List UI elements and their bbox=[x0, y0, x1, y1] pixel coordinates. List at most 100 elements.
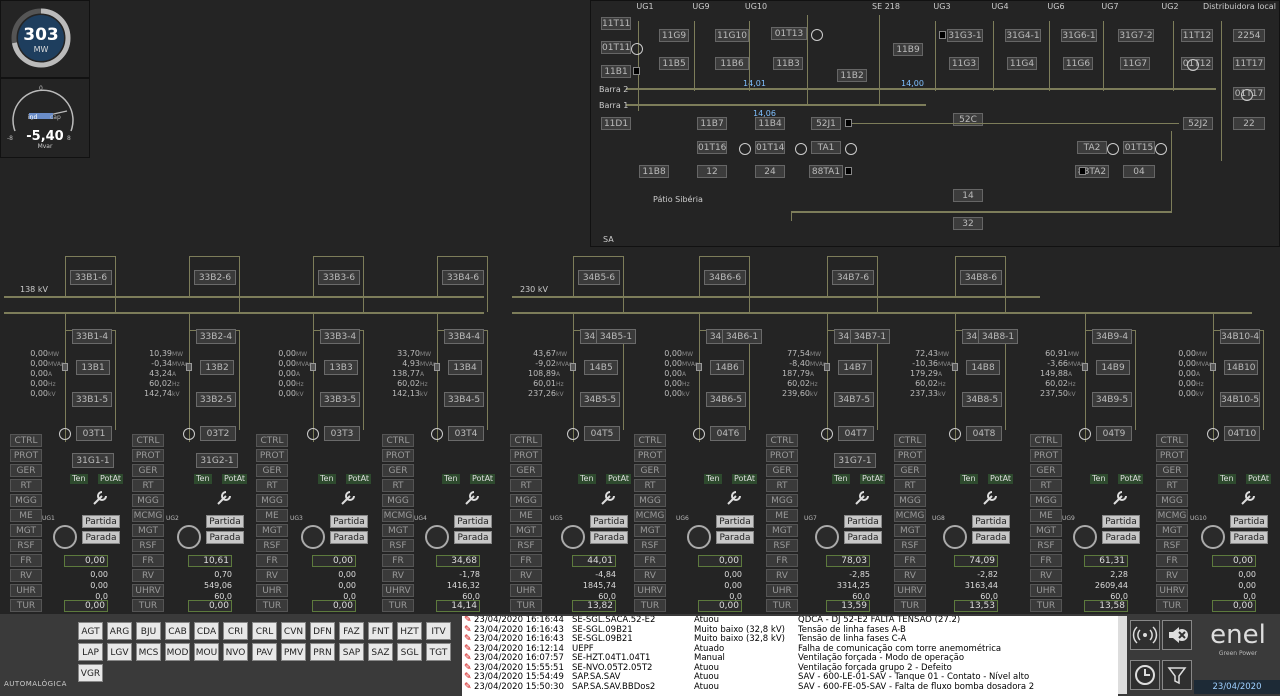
plant-button-bju[interactable]: BJU bbox=[136, 622, 161, 640]
equip-b11g7[interactable]: 11G7 bbox=[1120, 57, 1150, 70]
breaker-31g1-1[interactable]: 31G1-1 bbox=[72, 453, 114, 468]
disconnector-34b10-5[interactable]: 34B10-5 bbox=[1220, 392, 1260, 407]
rack-item-tur[interactable]: TUR bbox=[634, 599, 666, 612]
partida-button[interactable]: Partida bbox=[844, 515, 882, 528]
rack-item-tur[interactable]: TUR bbox=[1030, 599, 1062, 612]
rack-item-prot[interactable]: PROT bbox=[510, 449, 542, 462]
rack-item-prot[interactable]: PROT bbox=[132, 449, 164, 462]
transformer-04t9[interactable]: 04T9 bbox=[1096, 426, 1132, 441]
plant-button-lap[interactable]: LAP bbox=[78, 643, 103, 661]
breaker-label-13b1[interactable]: 13B1 bbox=[76, 360, 110, 375]
rack-item-ctrl[interactable]: CTRL bbox=[766, 434, 798, 447]
breaker-31g2-1[interactable]: 31G2-1 bbox=[196, 453, 238, 468]
plant-button-saz[interactable]: SAZ bbox=[368, 643, 393, 661]
rack-item-mgt[interactable]: MGT bbox=[1030, 524, 1062, 537]
generator-icon-ug1[interactable] bbox=[53, 525, 77, 549]
plant-button-cda[interactable]: CDA bbox=[194, 622, 219, 640]
disconnector-33b2-5[interactable]: 33B2-5 bbox=[196, 392, 236, 407]
plant-button-sgl[interactable]: SGL bbox=[397, 643, 422, 661]
rack-item-mgt[interactable]: MGT bbox=[766, 524, 798, 537]
plant-button-arg[interactable]: ARG bbox=[107, 622, 132, 640]
events-scrollbar[interactable] bbox=[1117, 616, 1127, 694]
equip-b11d1[interactable]: 11D1 bbox=[601, 117, 631, 130]
rack-item-prot[interactable]: PROT bbox=[1156, 449, 1188, 462]
rack-item-mgg[interactable]: MGG bbox=[132, 494, 164, 507]
rack-item-uhrv[interactable]: UHRV bbox=[894, 584, 926, 597]
rack-item-rt[interactable]: RT bbox=[1030, 479, 1062, 492]
parada-button[interactable]: Parada bbox=[206, 531, 244, 544]
disconnector-34b5-5[interactable]: 34B5-5 bbox=[580, 392, 620, 407]
plant-button-agt[interactable]: AGT bbox=[78, 622, 103, 640]
rack-item-tur[interactable]: TUR bbox=[510, 599, 542, 612]
generator-icon-ug5[interactable] bbox=[561, 525, 585, 549]
disconnector-33b1-5[interactable]: 33B1-5 bbox=[72, 392, 112, 407]
transformer-04t8[interactable]: 04T8 bbox=[966, 426, 1002, 441]
rack-item-uhrv[interactable]: UHRV bbox=[382, 584, 414, 597]
disconnector-33b4-4[interactable]: 33B4-4 bbox=[444, 329, 484, 344]
partida-button[interactable]: Partida bbox=[454, 515, 492, 528]
disconnector-34b9-5[interactable]: 34B9-5 bbox=[1092, 392, 1132, 407]
equip-b31g7[interactable]: 31G7-2 bbox=[1118, 29, 1154, 42]
plant-button-crl[interactable]: CRL bbox=[252, 622, 277, 640]
equip-b11b8[interactable]: 11B8 bbox=[639, 165, 669, 178]
rack-item-ctrl[interactable]: CTRL bbox=[132, 434, 164, 447]
rack-item-ctrl[interactable]: CTRL bbox=[10, 434, 42, 447]
plant-button-faz[interactable]: FAZ bbox=[339, 622, 364, 640]
breaker-label-14b8[interactable]: 14B8 bbox=[966, 360, 1000, 375]
rack-item-prot[interactable]: PROT bbox=[256, 449, 288, 462]
disconnector-34b8-5[interactable]: 34B8-5 bbox=[962, 392, 1002, 407]
breaker-label-14b5[interactable]: 14B5 bbox=[584, 360, 618, 375]
rack-item-fr[interactable]: FR bbox=[382, 554, 414, 567]
disconnector-33b4-5[interactable]: 33B4-5 bbox=[444, 392, 484, 407]
plant-button-itv[interactable]: ITV bbox=[426, 622, 451, 640]
equip-b11b6[interactable]: 11B6 bbox=[715, 57, 749, 70]
equip-b11t12[interactable]: 11T12 bbox=[1181, 29, 1213, 42]
wrench-icon[interactable] bbox=[90, 488, 110, 508]
generator-icon-ug3[interactable] bbox=[301, 525, 325, 549]
rack-item-rt[interactable]: RT bbox=[634, 479, 666, 492]
equip-b01t13[interactable]: 01T13 bbox=[771, 27, 807, 40]
partida-button[interactable]: Partida bbox=[590, 515, 628, 528]
plant-button-fnt[interactable]: FNT bbox=[368, 622, 393, 640]
disconnector-34b6-6[interactable]: 34B6-6 bbox=[704, 270, 746, 285]
transformer-04t7[interactable]: 04T7 bbox=[838, 426, 874, 441]
equip-b11b4[interactable]: 11B4 bbox=[755, 117, 785, 130]
rack-item-mcmg[interactable]: MCMG bbox=[1156, 509, 1188, 522]
rack-item-rt[interactable]: RT bbox=[1156, 479, 1188, 492]
parada-button[interactable]: Parada bbox=[82, 531, 120, 544]
rack-item-ger[interactable]: GER bbox=[10, 464, 42, 477]
equip-b01t14[interactable]: 01T14 bbox=[755, 141, 785, 154]
rack-item-tur[interactable]: TUR bbox=[256, 599, 288, 612]
equip-b2254[interactable]: 2254 bbox=[1233, 29, 1265, 42]
generator-icon-ug4[interactable] bbox=[425, 525, 449, 549]
rack-item-rv[interactable]: RV bbox=[382, 569, 414, 582]
rack-item-mgg[interactable]: MGG bbox=[256, 494, 288, 507]
wrench-icon[interactable] bbox=[980, 488, 1000, 508]
rack-item-mgt[interactable]: MGT bbox=[634, 524, 666, 537]
equip-b11g4[interactable]: 11G4 bbox=[1007, 57, 1037, 70]
transformer-04t5[interactable]: 04T5 bbox=[584, 426, 620, 441]
disconnector-34b8-6[interactable]: 34B8-6 bbox=[960, 270, 1002, 285]
equip-b52j2[interactable]: 52J2 bbox=[1183, 117, 1213, 130]
disconnector-34b9-4[interactable]: 34B9-4 bbox=[1092, 329, 1132, 344]
partida-button[interactable]: Partida bbox=[206, 515, 244, 528]
disconnector-33b1-6[interactable]: 33B1-6 bbox=[70, 270, 112, 285]
transformer-04t6[interactable]: 04T6 bbox=[710, 426, 746, 441]
rack-item-ger[interactable]: GER bbox=[256, 464, 288, 477]
equip-b52c[interactable]: 52C bbox=[953, 113, 983, 126]
disconnector-33b4-6[interactable]: 33B4-6 bbox=[442, 270, 484, 285]
rack-item-rt[interactable]: RT bbox=[510, 479, 542, 492]
rack-item-ger[interactable]: GER bbox=[766, 464, 798, 477]
rack-item-tur[interactable]: TUR bbox=[132, 599, 164, 612]
plant-button-pav[interactable]: PAV bbox=[252, 643, 277, 661]
broadcast-button[interactable] bbox=[1130, 620, 1160, 650]
generator-icon-ug8[interactable] bbox=[943, 525, 967, 549]
plant-button-pmv[interactable]: PMV bbox=[281, 643, 306, 661]
breaker-closed-1[interactable] bbox=[939, 31, 946, 39]
rack-item-fr[interactable]: FR bbox=[766, 554, 798, 567]
breaker-closed-2[interactable] bbox=[845, 119, 852, 127]
equip-b11b9[interactable]: 11B9 bbox=[893, 43, 923, 56]
rack-item-ger[interactable]: GER bbox=[510, 464, 542, 477]
equip-b01t16[interactable]: 01T16 bbox=[697, 141, 727, 154]
rack-item-me[interactable]: ME bbox=[10, 509, 42, 522]
